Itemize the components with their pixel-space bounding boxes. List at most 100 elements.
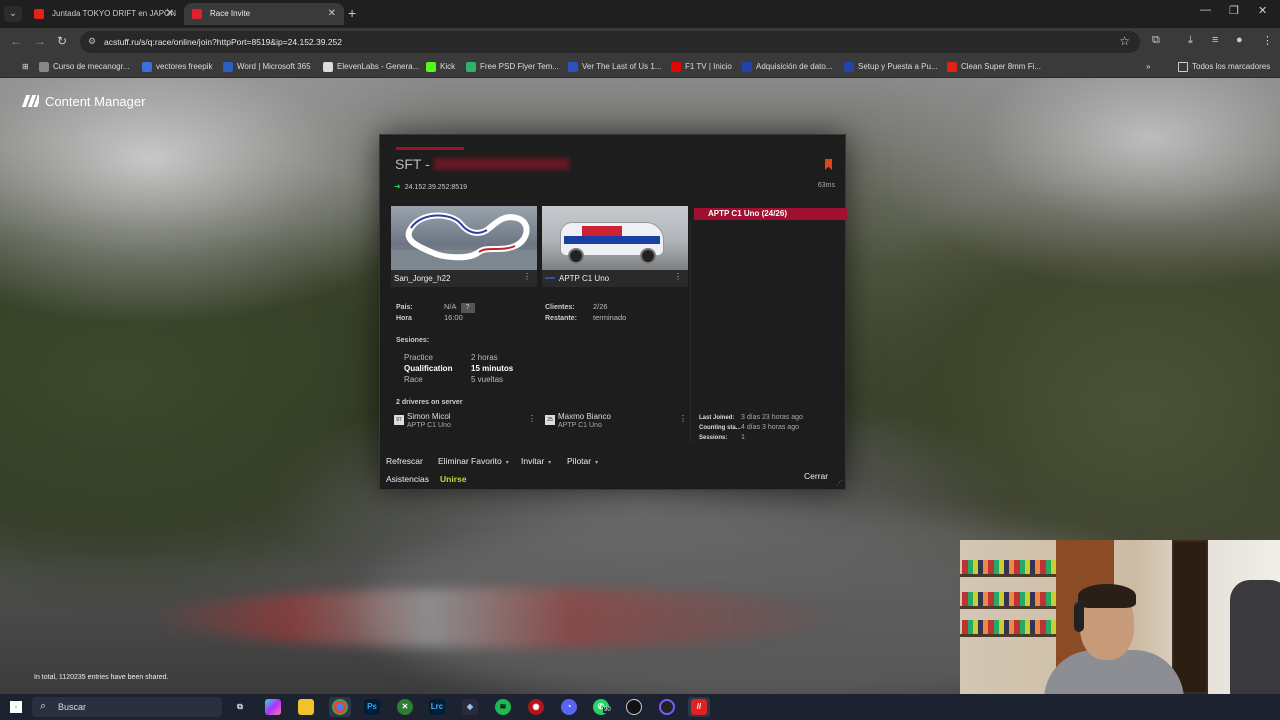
- cabinet: [1172, 540, 1208, 694]
- davinci-resolve-icon[interactable]: ◈: [462, 699, 478, 715]
- chrome-icon[interactable]: [332, 699, 348, 715]
- taskbar-search[interactable]: ⌕ Buscar: [32, 697, 222, 717]
- gaming-chair: [1230, 580, 1280, 694]
- car-preview: [542, 206, 688, 270]
- server-title: SFT -: [395, 156, 569, 172]
- bookmark-item[interactable]: Free PSD Flyer Tem...: [466, 56, 559, 78]
- close-tab-icon[interactable]: ✕: [328, 3, 336, 25]
- time-row: Hora 16:00: [396, 313, 463, 322]
- restore-icon[interactable]: ❐: [1229, 4, 1239, 17]
- drive-button[interactable]: Pilotar ▾: [567, 456, 598, 466]
- apps-grid-icon[interactable]: ⊞: [8, 56, 29, 78]
- driver-options-icon[interactable]: ⋮: [679, 414, 687, 423]
- bookmark-item[interactable]: Clean Super 8mm Fi...: [947, 56, 1041, 78]
- tab-race-invite[interactable]: Race Invite ✕: [184, 3, 344, 25]
- title-accent-bar: [396, 147, 464, 150]
- discord-icon[interactable]: ◔: [561, 699, 577, 715]
- tab-label: Juntada TOKYO DRIFT en JAPÓN: [52, 9, 177, 18]
- bookmark-favicon-icon: [466, 62, 476, 72]
- headset: [1074, 602, 1084, 632]
- racing-app-icon[interactable]: ◉: [528, 699, 544, 715]
- spotify-icon[interactable]: ≋: [495, 699, 511, 715]
- all-bookmarks-folder[interactable]: Todos los marcadores: [1178, 56, 1270, 78]
- bookmark-favicon-icon: [742, 62, 752, 72]
- bookmark-star-icon[interactable]: ☆: [1119, 34, 1130, 48]
- car-card[interactable]: APTP C1 Uno ⋮: [542, 206, 688, 287]
- file-explorer-icon[interactable]: [298, 699, 314, 715]
- time-label: Hora: [396, 315, 412, 322]
- browser-menu-icon[interactable]: ⋮: [1262, 34, 1273, 47]
- track-options-icon[interactable]: ⋮: [523, 272, 531, 281]
- site-info-icon[interactable]: ⚙: [88, 36, 96, 47]
- reload-icon[interactable]: ↻: [57, 34, 67, 48]
- more-bookmarks-icon[interactable]: »: [1146, 56, 1150, 78]
- remaining-value: terminado: [593, 313, 627, 322]
- dropdown-arrow-icon: ▾: [548, 460, 552, 466]
- bookmark-favicon-icon: [323, 62, 333, 72]
- minimize-icon[interactable]: —: [1200, 4, 1211, 16]
- close-tab-icon[interactable]: ✕: [166, 3, 174, 25]
- join-button[interactable]: Unirse: [440, 474, 466, 484]
- bookmark-item[interactable]: Kick: [426, 56, 455, 78]
- invite-button[interactable]: Invitar ▾: [521, 456, 551, 466]
- shelf: [960, 606, 1060, 609]
- bookmark-item[interactable]: Adquisición de dato...: [742, 56, 833, 78]
- tab-label: Race Invite: [210, 9, 251, 18]
- obs-icon[interactable]: [659, 699, 675, 715]
- lightroom-icon[interactable]: Lrc: [429, 699, 445, 715]
- share-status-text: In total, 1120235 entries have been shar…: [34, 674, 169, 681]
- server-address: ➜ 24.152.39.252:8519: [394, 182, 467, 191]
- folder-icon: [1178, 62, 1188, 72]
- driver-number-badge: 97: [394, 415, 404, 425]
- car-options-icon[interactable]: ⋮: [674, 272, 682, 281]
- browser-tab-bar: ⌄ Juntada TOKYO DRIFT en JAPÓN ✕ Race In…: [0, 0, 1280, 28]
- bookmark-item[interactable]: Word | Microsoft 365: [223, 56, 311, 78]
- forward-icon[interactable]: →: [34, 34, 46, 48]
- track-curb: [150, 588, 850, 648]
- track-card[interactable]: San_Jorge_h22 ⋮: [391, 206, 537, 287]
- shelf-items: [962, 560, 1058, 574]
- shelf: [960, 574, 1060, 577]
- resize-grip-icon[interactable]: ⋰: [836, 479, 843, 487]
- bookmark-item[interactable]: Curso de mecanogr...: [39, 56, 129, 78]
- window-close-icon[interactable]: ✕: [1258, 4, 1267, 17]
- profile-avatar-icon[interactable]: ●: [1236, 34, 1243, 46]
- driver-stats: Last Joined: 3 días 23 horas ago Counting…: [699, 413, 803, 443]
- bookmarks-bar: ⊞ Curso de mecanogr... vectores freepik …: [0, 56, 1280, 78]
- copilot-icon[interactable]: [265, 699, 281, 715]
- back-icon[interactable]: ←: [10, 34, 22, 48]
- extensions-icon[interactable]: ⧉: [1152, 34, 1160, 47]
- server-name-prefix: SFT -: [395, 156, 430, 172]
- bookmark-item[interactable]: Ver The Last of Us 1...: [568, 56, 661, 78]
- refresh-button[interactable]: Refrescar: [386, 456, 423, 466]
- ping-value: 63ms: [817, 182, 835, 189]
- task-view-icon[interactable]: ⧉: [232, 699, 248, 715]
- url-field[interactable]: ⚙ acstuff.ru/s/q:race/online/join?httpPo…: [80, 31, 1140, 53]
- bookmark-item[interactable]: F1 TV | Inicio: [671, 56, 732, 78]
- search-label: Buscar: [58, 702, 87, 712]
- photoshop-icon[interactable]: Ps: [364, 699, 380, 715]
- bookmark-icon[interactable]: [825, 159, 832, 170]
- close-button[interactable]: Cerrar: [804, 471, 828, 481]
- tab-search-menu-icon[interactable]: ⌄: [4, 6, 22, 22]
- remove-favorite-button[interactable]: Eliminar Favorito ▾: [438, 456, 509, 466]
- dropdown-arrow-icon: ▾: [595, 460, 599, 466]
- assists-button[interactable]: Asistencias: [386, 474, 429, 484]
- driver-options-icon[interactable]: ⋮: [528, 414, 536, 423]
- content-manager-icon[interactable]: //: [691, 699, 707, 715]
- entry-list-header[interactable]: APTP C1 Uno (24/26): [694, 208, 847, 220]
- stat-row: Counting sta...4 días 3 horas ago: [699, 424, 799, 431]
- new-tab-icon[interactable]: +: [348, 5, 356, 21]
- bookmark-item[interactable]: ElevenLabs - Genera...: [323, 56, 419, 78]
- download-icon[interactable]: ⤓: [1188, 34, 1193, 47]
- bookmark-item[interactable]: vectores freepik: [142, 56, 212, 78]
- bookmark-item[interactable]: Setup y Puesta a Pu...: [844, 56, 938, 78]
- tab-tokyo-drift[interactable]: Juntada TOKYO DRIFT en JAPÓN ✕: [26, 3, 182, 25]
- bookmark-favicon-icon: [426, 62, 436, 72]
- steering-wheel-icon[interactable]: [626, 699, 642, 715]
- media-control-icon[interactable]: ≡: [1212, 34, 1218, 46]
- country-value: N/A: [444, 302, 457, 311]
- xbox-icon[interactable]: ✕: [397, 699, 413, 715]
- windows-start-icon[interactable]: [10, 701, 22, 713]
- session-row-practice: Practice 2 horas: [404, 353, 498, 362]
